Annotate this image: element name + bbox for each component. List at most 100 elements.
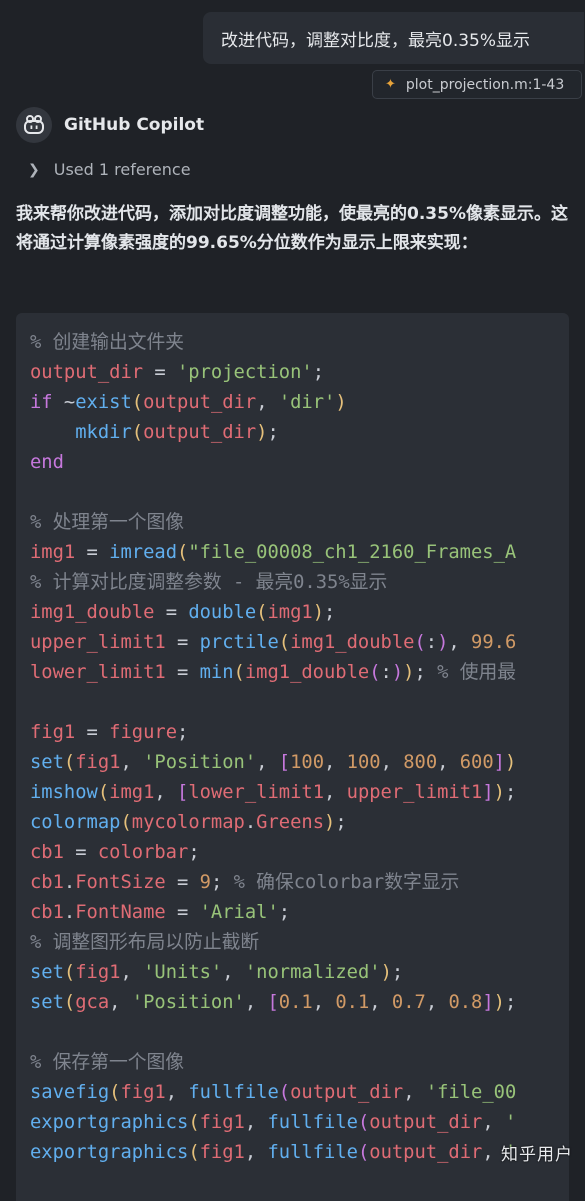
code-token: ~	[52, 392, 76, 413]
code-token: FontName	[75, 902, 166, 923]
code-token: upper_limit1	[30, 632, 166, 653]
code-token: figure	[109, 722, 177, 743]
code-token: ;	[335, 812, 347, 833]
code-token: lower_limit1	[188, 782, 325, 803]
code-line: set(gca, 'Position', [0.1, 0.1, 0.7, 0.8…	[30, 988, 516, 1018]
code-line: % 调整图形布局以防止截断	[30, 928, 259, 958]
code-token: ;	[267, 422, 279, 443]
code-token: output_dir	[369, 1142, 483, 1163]
assistant-header: GitHub Copilot	[16, 106, 204, 144]
code-token: 800	[403, 752, 438, 773]
code-token: [	[267, 992, 279, 1013]
code-token: =	[143, 362, 177, 383]
assistant-name: GitHub Copilot	[64, 115, 205, 135]
code-token: colorbar	[97, 842, 189, 863]
code-token: [	[278, 752, 291, 773]
code-line: exportgraphics(fig1, fullfile(output_dir…	[30, 1108, 516, 1138]
chevron-right-icon: ❯	[28, 161, 40, 178]
code-token: 600	[459, 752, 494, 773]
code-token: 0.1	[278, 992, 313, 1013]
code-token: ;	[188, 842, 200, 863]
code-line: cb1.FontSize = 9; % 确保colorbar数字显示	[30, 868, 459, 898]
code-token: :	[425, 632, 438, 653]
code-token: end	[30, 452, 64, 473]
code-line: output_dir = 'projection';	[30, 358, 324, 388]
code-token: )	[493, 992, 505, 1013]
code-token: (	[177, 542, 189, 563]
code-token: ,	[437, 752, 460, 773]
code-token: 'dir'	[278, 392, 336, 413]
code-token: ,	[380, 752, 404, 773]
code-token: =	[63, 842, 98, 863]
code-token: =	[165, 872, 200, 893]
code-token: fig1	[199, 1112, 245, 1133]
code-token: fig1	[199, 1142, 245, 1163]
code-token: (	[256, 602, 268, 623]
code-token: ]	[482, 782, 494, 803]
code-token: 'Position'	[131, 992, 245, 1013]
code-token: (	[278, 632, 291, 653]
code-line: lower_limit1 = min(img1_double(:)); % 使用…	[30, 658, 516, 688]
code-token: 'normalized'	[244, 962, 381, 983]
code-token: (	[369, 662, 381, 683]
code-token: gca	[75, 992, 110, 1013]
code-token: ;	[210, 872, 234, 893]
code-token: fig1	[30, 722, 76, 743]
user-message: 改进代码，调整对比度，最亮0.35%显示	[203, 12, 584, 64]
code-token: 0.8	[448, 992, 483, 1013]
code-token: )	[437, 632, 449, 653]
used-references-toggle[interactable]: ❯ Used 1 reference	[28, 160, 191, 179]
code-token: colormap	[30, 812, 121, 833]
code-token: '	[504, 1112, 517, 1133]
code-line: end	[30, 448, 64, 478]
code-token: set	[30, 752, 64, 773]
code-token: ]	[482, 992, 494, 1013]
code-token: imshow	[30, 782, 98, 803]
code-token: .	[244, 812, 257, 833]
code-token: ,	[448, 632, 472, 653]
code-line: set(fig1, 'Units', 'normalized');	[30, 958, 403, 988]
code-token: ,	[244, 1112, 268, 1133]
code-token: % 计算对比度调整参数 - 最亮0.35%显示	[30, 572, 388, 593]
code-token: )	[324, 812, 336, 833]
code-token: 'Arial'	[199, 902, 279, 923]
code-token: (	[120, 812, 132, 833]
code-token: % 调整图形布局以防止截断	[30, 932, 260, 953]
user-message-text: 改进代码，调整对比度，最亮0.35%显示	[221, 30, 531, 51]
code-token: min	[199, 662, 234, 683]
code-token: (	[278, 1082, 291, 1103]
code-line: colormap(mycolormap.Greens);	[30, 808, 347, 838]
code-token: exist	[75, 392, 132, 413]
code-token: =	[75, 722, 110, 743]
code-token: ,	[256, 392, 279, 413]
file-reference-chip[interactable]: ✦ plot_projection.m:1-43	[372, 70, 582, 99]
code-line: mkdir(output_dir);	[30, 418, 279, 448]
code-token: ;	[391, 962, 404, 983]
assistant-intro: 我来帮你改进代码，添加对比度调整功能，使最亮的0.35%像素显示。这将通过计算像…	[16, 204, 568, 253]
used-references-label: Used 1 reference	[53, 160, 191, 179]
code-block: % 创建输出文件夹 output_dir = 'projection'; if ~e…	[16, 313, 569, 1201]
code-token: % 保存第一个图像	[30, 1052, 185, 1073]
code-token: :	[380, 662, 392, 683]
code-token: ;	[504, 992, 517, 1013]
code-token: ,	[244, 992, 268, 1013]
code-token: 'Units'	[143, 962, 223, 983]
code-token: (	[188, 1142, 200, 1163]
code-token: ,	[244, 1142, 268, 1163]
code-token: % 确保colorbar数字显示	[233, 872, 460, 893]
code-token: img1_double	[290, 632, 415, 653]
code-token: 0.7	[391, 992, 426, 1013]
code-line: upper_limit1 = prctile(img1_double(:), 9…	[30, 628, 516, 658]
code-line: % 处理第一个图像	[30, 508, 184, 538]
code-token: [	[177, 782, 189, 803]
file-reference-label: plot_projection.m:1-43	[405, 76, 565, 93]
code-token: output_dir	[143, 392, 257, 413]
sparkle-icon: ✦	[385, 77, 396, 92]
code-token: ,	[312, 992, 336, 1013]
code-token: % 使用最	[437, 662, 517, 683]
code-token: ;	[504, 782, 517, 803]
code-token: 99.6	[471, 632, 517, 653]
code-token: mkdir	[75, 422, 132, 443]
code-line: imshow(img1, [lower_limit1, upper_limit1…	[30, 778, 516, 808]
